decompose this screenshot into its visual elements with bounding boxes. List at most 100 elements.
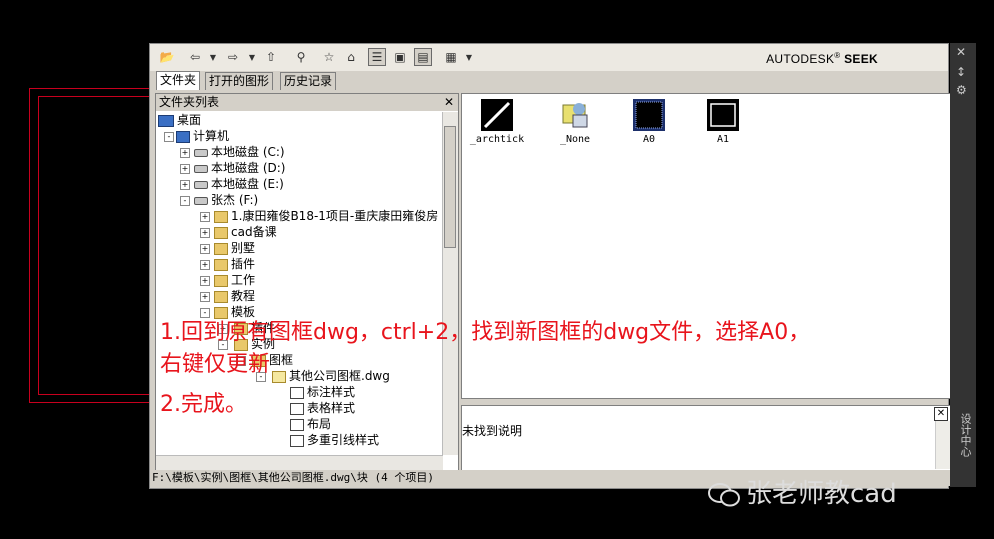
drive-icon (194, 180, 208, 189)
properties-icon[interactable]: ⚙ (956, 83, 967, 97)
expand-icon[interactable]: + (200, 260, 210, 270)
block-thumbnail (481, 99, 513, 131)
annotation-line-2: 右键仅更新 (160, 352, 271, 377)
tree-node-folder[interactable]: 插件 (214, 256, 255, 272)
tree-node-folder[interactable]: 1.康田雍俊B18-1项目-重庆康田雍俊房 (214, 208, 438, 224)
scroll-thumb[interactable] (444, 126, 456, 248)
forward-dropdown-icon[interactable]: ▼ (243, 48, 261, 66)
views-dropdown-icon[interactable]: ▼ (460, 48, 478, 66)
collapse-icon[interactable]: - (180, 196, 190, 206)
folder-icon (214, 210, 228, 223)
tree-node-folder[interactable]: 别墅 (214, 240, 255, 256)
back-dropdown-icon[interactable]: ▼ (204, 48, 222, 66)
toolbar: 📂 ⇦ ▼ ⇨ ▼ ⇧ ⚲ ☆ ⌂ ☰ ▣ ▤ ▦ ▼ AUTODESK® SE… (150, 44, 948, 71)
preview-icon[interactable]: ▣ (391, 48, 409, 66)
block-item-selected[interactable]: A0 (614, 99, 684, 145)
tree-node-drive-e[interactable]: 本地磁盘 (E:) (194, 176, 284, 192)
tree-horizontal-scrollbar[interactable] (156, 455, 443, 471)
block-item[interactable]: _None (540, 99, 610, 145)
dimstyle-icon (290, 386, 304, 399)
content-pane: _archtick _None A0 A1 (461, 93, 951, 399)
expand-icon[interactable]: + (180, 164, 190, 174)
load-icon[interactable]: 📂 (158, 48, 176, 66)
block-thumbnail (633, 99, 665, 131)
tablestyle-icon (290, 402, 304, 415)
tree-node-desktop[interactable]: 桌面 (158, 112, 201, 128)
favorites-icon[interactable]: ☆ (320, 48, 338, 66)
close-icon[interactable]: ✕ (444, 94, 454, 111)
desktop-icon (158, 114, 174, 127)
folder-list-header: 文件夹列表 ✕ (156, 94, 458, 111)
watermark: 张老师教cad (708, 473, 897, 510)
tree-node-folder[interactable]: 工作 (214, 272, 255, 288)
tree-node-dimstyle[interactable]: 标注样式 (290, 384, 355, 400)
tree-node-drive-d[interactable]: 本地磁盘 (D:) (194, 160, 285, 176)
palette-title: 设计中心 (959, 413, 972, 457)
description-icon[interactable]: ▤ (414, 48, 432, 66)
tree-node-folder[interactable]: cad备课 (214, 224, 277, 240)
close-icon[interactable]: ✕ (934, 407, 948, 421)
tree-toggle-icon[interactable]: ☰ (368, 48, 386, 66)
block-label: A0 (642, 134, 656, 145)
folder-icon (214, 258, 228, 271)
views-icon[interactable]: ▦ (442, 48, 460, 66)
block-thumbnail (707, 99, 739, 131)
palette-side-rail: ✕ ↕ ⚙ 设计中心 (950, 43, 976, 487)
block-thumbnail (562, 103, 588, 128)
tree-vertical-scrollbar[interactable] (442, 112, 458, 455)
expand-icon[interactable]: + (180, 180, 190, 190)
drive-icon (194, 196, 208, 205)
cad-drawing-frame-inner (38, 96, 152, 395)
mleader-icon (290, 434, 304, 447)
computer-icon (176, 130, 190, 143)
expand-icon[interactable]: + (200, 244, 210, 254)
drive-icon (194, 148, 208, 157)
home-icon[interactable]: ⌂ (342, 48, 360, 66)
collapse-icon[interactable]: - (164, 132, 174, 142)
expand-icon[interactable]: + (180, 148, 190, 158)
search-icon[interactable]: ⚲ (292, 48, 310, 66)
forward-icon[interactable]: ⇨ (224, 48, 242, 66)
layout-icon (290, 418, 304, 431)
tree-node-folder[interactable]: 教程 (214, 288, 255, 304)
tree-node-tablestyle[interactable]: 表格样式 (290, 400, 355, 416)
block-label: _None (559, 134, 591, 145)
wechat-icon (708, 482, 740, 506)
description-pane: ✕ 未找到说明 (461, 405, 951, 471)
tree-node-layout[interactable]: 布局 (290, 416, 331, 432)
expand-icon[interactable]: + (200, 228, 210, 238)
dwg-file-icon (272, 370, 286, 383)
tree-node-mleader[interactable]: 多重引线样式 (290, 432, 379, 448)
tree-node-drive-c[interactable]: 本地磁盘 (C:) (194, 144, 285, 160)
close-icon[interactable]: ✕ (956, 45, 966, 59)
folder-icon (214, 274, 228, 287)
description-text: 未找到说明 (462, 424, 523, 438)
up-icon[interactable]: ⇧ (262, 48, 280, 66)
watermark-text: 张老师教cad (746, 479, 897, 509)
block-label: A1 (716, 134, 730, 145)
autodesk-seek-link[interactable]: AUTODESK® SEEK (766, 51, 878, 66)
folder-icon (214, 290, 228, 303)
folder-icon (214, 226, 228, 239)
tree-node-dwg-file[interactable]: 其他公司图框.dwg (272, 368, 390, 384)
design-center-window: 📂 ⇦ ▼ ⇨ ▼ ⇧ ⚲ ☆ ⌂ ☰ ▣ ▤ ▦ ▼ AUTODESK® SE… (149, 43, 951, 489)
folder-list-title: 文件夹列表 (159, 95, 220, 109)
annotation-line-3: 2.完成。 (160, 392, 247, 417)
block-item[interactable]: _archtick (462, 99, 532, 145)
tree-node-drive-f[interactable]: 张杰 (F:) (194, 192, 258, 208)
block-label: _archtick (469, 134, 525, 145)
annotation-line-1: 1.回到原有图框dwg，ctrl+2，找到新图框的dwg文件，选择A0， (160, 320, 811, 345)
block-item[interactable]: A1 (688, 99, 758, 145)
tab-open-drawings[interactable]: 打开的图形 (205, 72, 274, 90)
drive-icon (194, 164, 208, 173)
tree-node-computer[interactable]: 计算机 (176, 128, 229, 144)
tab-history[interactable]: 历史记录 (280, 72, 337, 90)
expand-icon[interactable]: + (200, 212, 210, 222)
expand-icon[interactable]: + (200, 276, 210, 286)
folder-icon (214, 242, 228, 255)
autohide-icon[interactable]: ↕ (956, 65, 966, 79)
description-scrollbar[interactable] (935, 421, 950, 469)
tab-folders[interactable]: 文件夹 (156, 71, 201, 90)
expand-icon[interactable]: + (200, 292, 210, 302)
back-icon[interactable]: ⇦ (186, 48, 204, 66)
